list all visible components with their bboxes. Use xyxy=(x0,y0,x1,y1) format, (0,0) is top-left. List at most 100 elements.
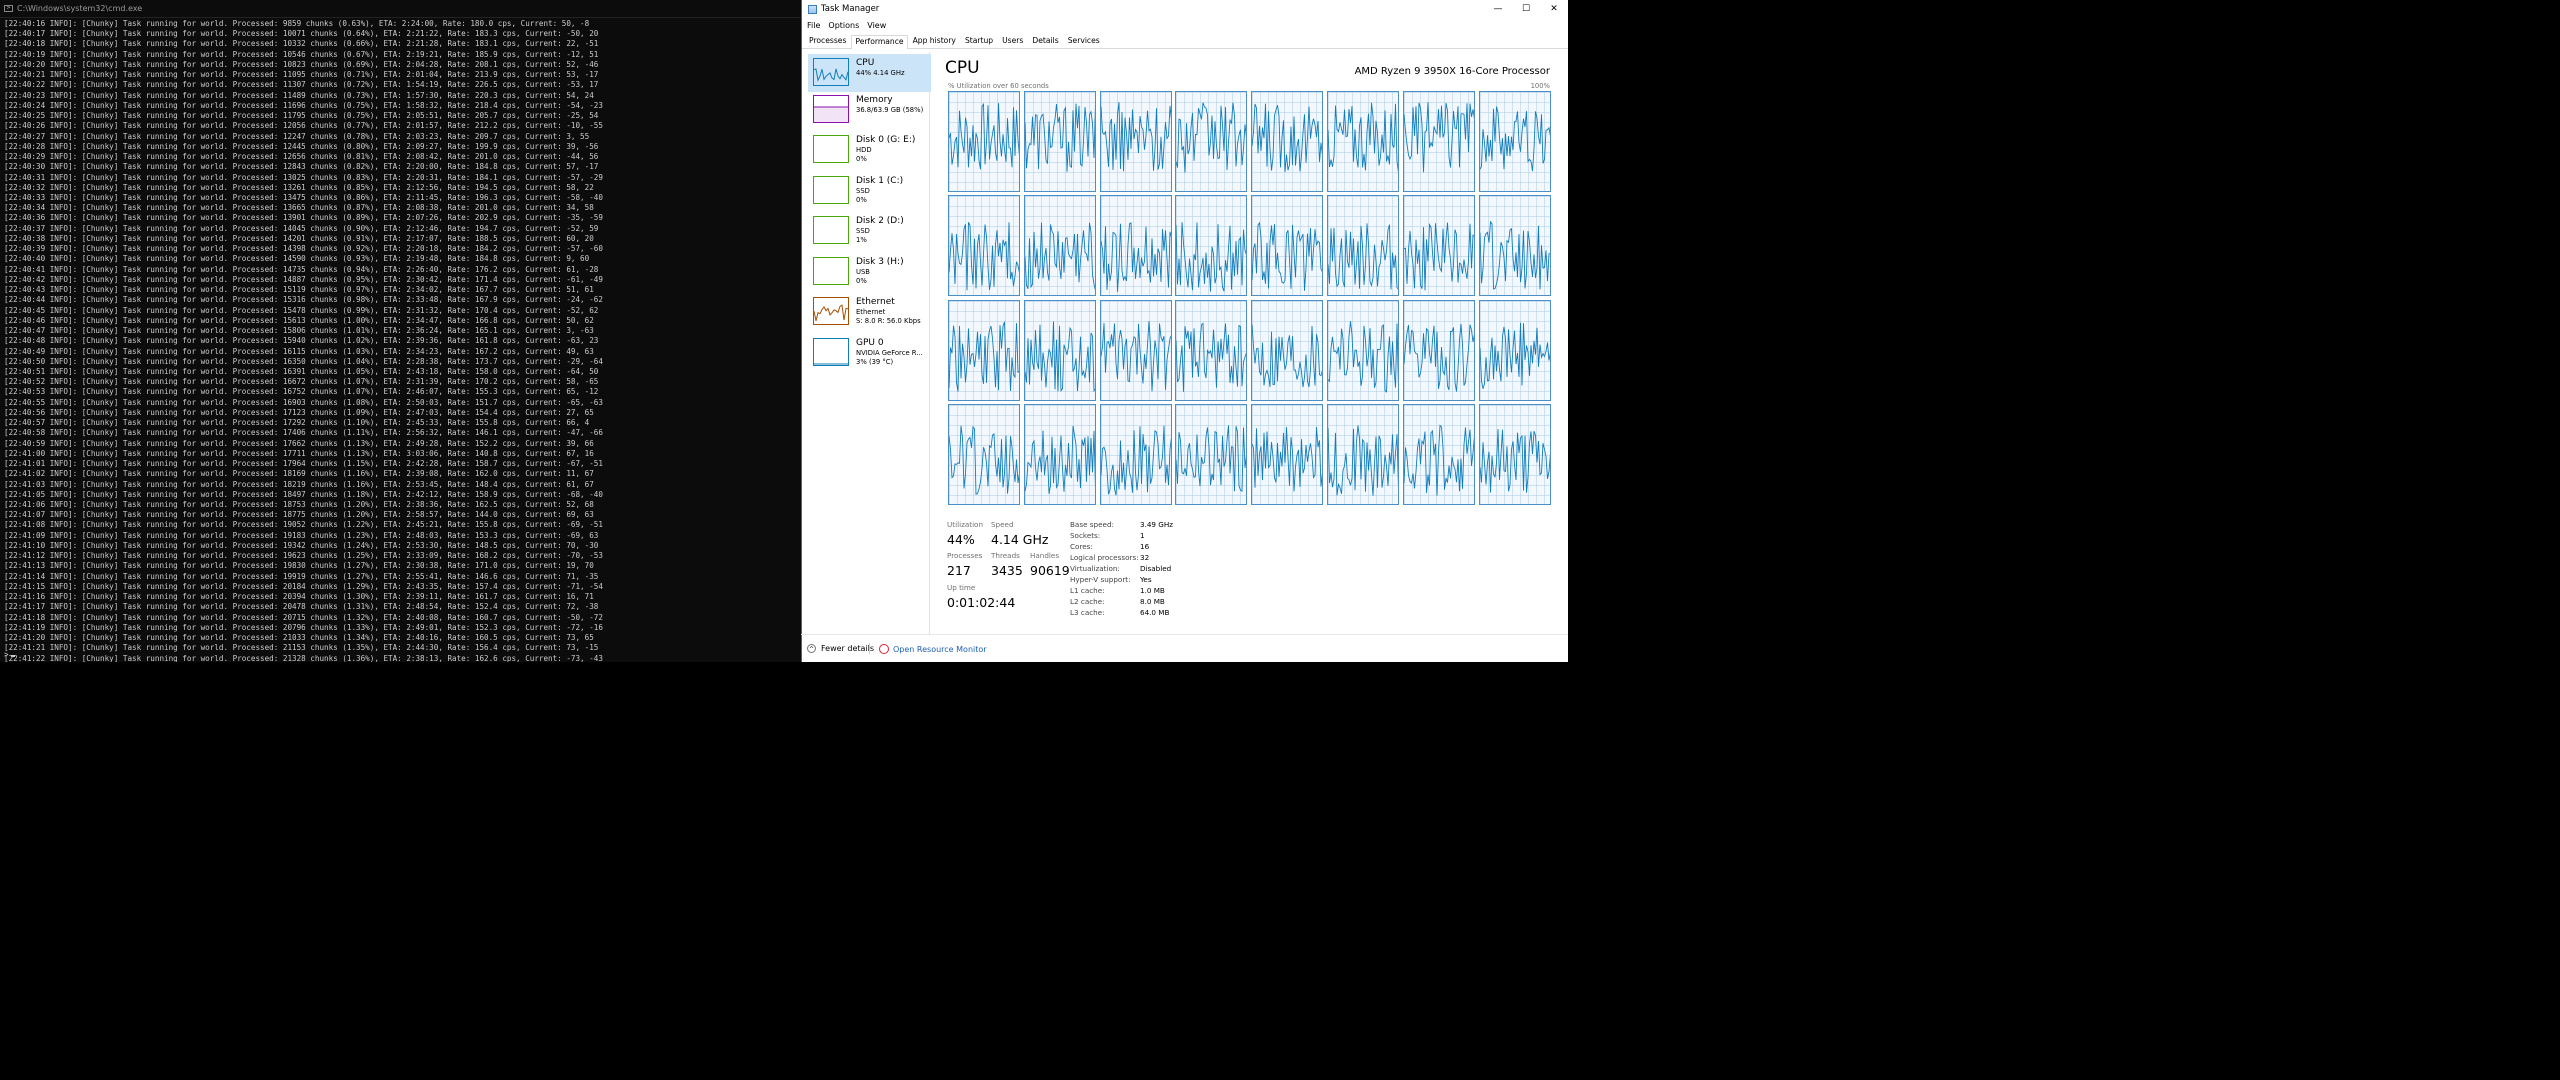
cpu-info-value: 64.0 MB xyxy=(1140,608,1170,617)
sidebar-item-disk-3-h[interactable]: Disk 3 (H:) USB 0% xyxy=(808,253,931,291)
close-button[interactable]: ✕ xyxy=(1540,0,1568,18)
logical-processor-graphs[interactable] xyxy=(948,91,1551,505)
resource-detail-line: 36.8/63.9 GB (58%) xyxy=(856,106,924,114)
resource-details: USB 0% xyxy=(856,268,870,286)
console-line: [22:40:55 INFO]: [Chunky] Task running f… xyxy=(4,397,603,407)
tab-processes[interactable]: Processes xyxy=(805,34,850,48)
logical-processor-graph xyxy=(948,91,1020,192)
console-line: [22:40:48 INFO]: [Chunky] Task running f… xyxy=(4,336,599,346)
console-line: [22:41:07 INFO]: [Chunky] Task running f… xyxy=(4,510,594,520)
sidebar-item-disk-1-c[interactable]: Disk 1 (C:) SSD 0% xyxy=(808,172,931,210)
tab-details[interactable]: Details xyxy=(1028,34,1062,48)
cpu-info-value: 32 xyxy=(1140,553,1150,562)
tab-performance[interactable]: Performance xyxy=(851,35,908,49)
tab-users[interactable]: Users xyxy=(998,34,1027,48)
logical-processor-graph xyxy=(1478,91,1551,192)
footer-divider xyxy=(869,643,870,654)
utilization-label: Utilization xyxy=(947,520,984,529)
cpu-info-label: Logical processors: xyxy=(1070,553,1139,562)
console-line: [22:40:44 INFO]: [Chunky] Task running f… xyxy=(4,295,603,305)
utilization-value: 44% xyxy=(947,532,975,547)
console-line: [22:40:41 INFO]: [Chunky] Task running f… xyxy=(4,264,599,274)
cpu-info-value: Yes xyxy=(1140,575,1152,584)
sidebar-item-gpu-0[interactable]: GPU 0 NVIDIA GeForce R... 3% (39 °C) xyxy=(808,334,931,372)
cmd-titlebar[interactable]: > C:\Windows\system32\cmd.exe xyxy=(0,0,801,18)
console-line: [22:40:46 INFO]: [Chunky] Task running f… xyxy=(4,315,594,325)
resource-details: 44% 4.14 GHz xyxy=(856,69,905,78)
resource-name: Ethernet xyxy=(856,297,895,307)
cpu-info-value: 1 xyxy=(1140,531,1145,540)
console-line: [22:40:22 INFO]: [Chunky] Task running f… xyxy=(4,80,599,90)
open-resource-monitor-link[interactable]: Open Resource Monitor xyxy=(873,644,987,654)
sidebar-item-cpu[interactable]: CPU 44% 4.14 GHz xyxy=(808,54,931,92)
logical-processor-graph xyxy=(1327,195,1399,297)
cmd-window[interactable]: > C:\Windows\system32\cmd.exe [22:40:16 … xyxy=(0,0,801,662)
resource-detail-line: 3% (39 °C) xyxy=(856,358,894,366)
resource-detail-line: HDD xyxy=(856,146,872,154)
logical-processor-graph xyxy=(1023,195,1096,297)
resource-details: HDD 0% xyxy=(856,146,872,164)
console-line: [22:40:40 INFO]: [Chunky] Task running f… xyxy=(4,254,590,264)
console-line: [22:40:53 INFO]: [Chunky] Task running f… xyxy=(4,387,599,397)
minimize-button[interactable]: — xyxy=(1484,0,1512,18)
tab-services[interactable]: Services xyxy=(1064,34,1104,48)
logical-processor-graph xyxy=(1175,403,1248,505)
cpu-info-value: 3.49 GHz xyxy=(1140,520,1174,529)
console-line: [22:40:42 INFO]: [Chunky] Task running f… xyxy=(4,274,603,284)
logical-processor-graph xyxy=(1251,195,1324,297)
logical-processor-graph xyxy=(1402,299,1475,401)
console-line: [22:40:18 INFO]: [Chunky] Task running f… xyxy=(4,39,599,49)
tab-startup[interactable]: Startup xyxy=(961,34,997,48)
sidebar-item-memory[interactable]: Memory 36.8/63.9 GB (58%) xyxy=(808,91,931,129)
logical-processor-graph xyxy=(1099,403,1172,505)
menu-bar: File Options View xyxy=(802,18,1568,32)
console-line: [22:40:27 INFO]: [Chunky] Task running f… xyxy=(4,131,590,141)
console-line: [22:41:10 INFO]: [Chunky] Task running f… xyxy=(4,540,599,550)
console-line: [22:40:51 INFO]: [Chunky] Task running f… xyxy=(4,366,599,376)
console-line: [22:41:22 INFO]: [Chunky] Task running f… xyxy=(4,653,603,662)
resource-detail-line: Ethernet xyxy=(856,308,886,316)
console-line: [22:41:06 INFO]: [Chunky] Task running f… xyxy=(4,500,594,510)
tm-titlebar[interactable]: Task Manager — ☐ ✕ xyxy=(802,0,1568,18)
console-line: [22:41:13 INFO]: [Chunky] Task running f… xyxy=(4,561,594,571)
logical-processor-graph xyxy=(1175,91,1248,192)
sidebar-item-disk-0-g-e[interactable]: Disk 0 (G: E:) HDD 0% xyxy=(808,131,931,169)
logical-processor-graph xyxy=(1023,299,1096,401)
logical-processor-graph xyxy=(1327,299,1399,401)
console-line: [22:40:52 INFO]: [Chunky] Task running f… xyxy=(4,377,599,387)
processes-label: Processes xyxy=(947,551,983,560)
menu-options[interactable]: Options xyxy=(828,21,859,30)
resource-name: Disk 2 (D:) xyxy=(856,216,904,226)
sidebar-item-disk-2-d[interactable]: Disk 2 (D:) SSD 1% xyxy=(808,212,931,250)
resource-details: Ethernet S: 8.0 R: 56.0 Kbps xyxy=(856,308,921,326)
menu-file[interactable]: File xyxy=(807,21,820,30)
console-line: [22:40:23 INFO]: [Chunky] Task running f… xyxy=(4,90,594,100)
console-line: [22:40:17 INFO]: [Chunky] Task running f… xyxy=(4,29,599,39)
menu-view[interactable]: View xyxy=(867,21,886,30)
cmd-window-title: C:\Windows\system32\cmd.exe xyxy=(17,4,143,13)
cpu-info-value: Disabled xyxy=(1140,564,1172,573)
resource-thumbnail xyxy=(813,95,849,123)
handles-label: Handles xyxy=(1030,551,1060,560)
resource-name: Memory xyxy=(856,95,893,105)
fewer-details-label: Fewer details xyxy=(821,644,875,653)
maximize-button[interactable]: ☐ xyxy=(1512,0,1540,18)
logical-processor-graph xyxy=(1251,403,1324,505)
sidebar-item-ethernet[interactable]: Ethernet Ethernet S: 8.0 R: 56.0 Kbps xyxy=(808,293,931,331)
console-line: [22:41:21 INFO]: [Chunky] Task running f… xyxy=(4,643,599,653)
tab-app-history[interactable]: App history xyxy=(909,34,960,48)
tm-title: Task Manager xyxy=(821,4,880,14)
console-line: [22:41:17 INFO]: [Chunky] Task running f… xyxy=(4,602,599,612)
console-prompt[interactable]: > xyxy=(4,650,15,659)
cpu-info-label: L2 cache: xyxy=(1070,597,1105,606)
logical-processor-graph xyxy=(1099,91,1172,192)
chevron-up-icon: ^ xyxy=(807,644,816,653)
resource-monitor-icon xyxy=(879,644,889,654)
cpu-info-label: L3 cache: xyxy=(1070,608,1105,617)
cpu-info-label: Virtualization: xyxy=(1070,564,1120,573)
resource-details: 36.8/63.9 GB (58%) xyxy=(856,106,923,115)
resource-name: Disk 3 (H:) xyxy=(856,257,904,267)
fewer-details-link[interactable]: ^ Fewer details xyxy=(807,644,874,653)
speed-value: 4.14 GHz xyxy=(991,532,1049,547)
console-line: [22:40:43 INFO]: [Chunky] Task running f… xyxy=(4,285,594,295)
